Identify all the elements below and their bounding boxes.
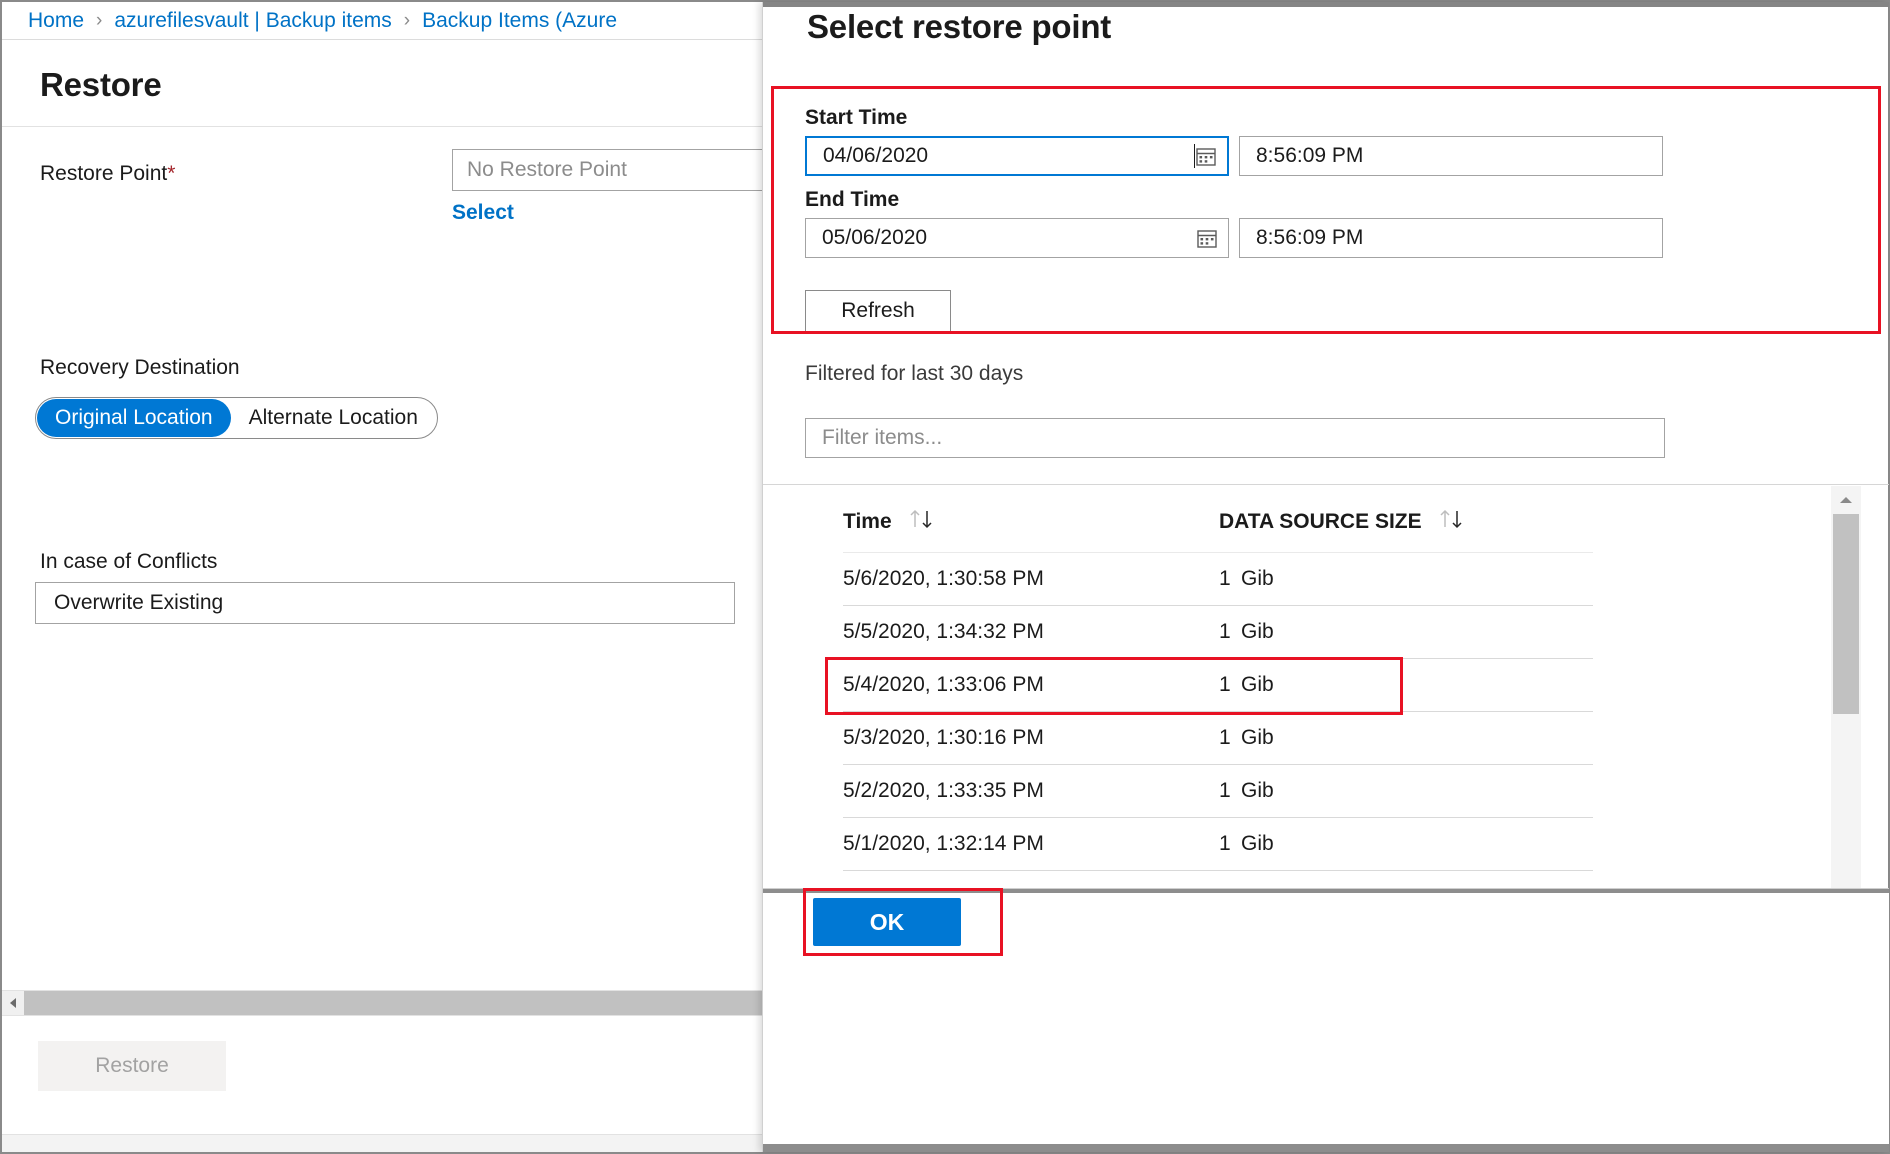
end-time-input[interactable]: 8:56:09 PM [1239,218,1663,258]
filter-items-input[interactable] [805,418,1665,458]
breadcrumb-item-backup-items[interactable]: Backup Items (Azure [422,9,617,33]
restore-blade: Home › azurefilesvault | Backup items › … [2,2,762,1152]
calendar-icon[interactable] [1196,227,1218,249]
cell-time: 5/6/2020, 1:30:58 PM [843,553,1219,606]
panel-bottom-bar [763,1144,1889,1152]
size-value: 1 [1219,779,1241,803]
end-time-label: End Time [805,188,899,212]
breadcrumb-item-home[interactable]: Home [28,9,84,33]
cell-time: 5/1/2020, 1:32:14 PM [843,818,1219,871]
recovery-destination-toggle[interactable]: Original Location Alternate Location [35,397,438,439]
table-header-row: Time DATA SOURCE SIZ [843,496,1593,553]
ok-button[interactable]: OK [813,898,961,946]
scroll-up-arrow-icon[interactable] [1831,486,1861,514]
blade-footer: Restore [2,1016,762,1152]
list-top-divider [763,484,1889,485]
page-title: Restore [2,40,762,127]
column-header-time[interactable]: Time [843,496,1219,553]
end-date-input[interactable]: 05/06/2020 [805,218,1229,258]
restore-point-placeholder-text: No Restore Point [467,158,627,182]
sort-arrows-icon[interactable] [907,508,941,536]
conflicts-label: In case of Conflicts [40,549,217,574]
calendar-icon[interactable] [1195,145,1217,167]
start-time-label: Start Time [805,106,907,130]
table-row[interactable]: 5/2/2020, 1:33:35 PM1Gib [843,765,1593,818]
restore-point-input[interactable]: No Restore Point [452,149,762,191]
table-row[interactable]: 5/4/2020, 1:33:06 PM1Gib [843,659,1593,712]
start-time-value: 8:56:09 PM [1256,144,1363,168]
cell-time: 5/3/2020, 1:30:16 PM [843,712,1219,765]
filtered-note: Filtered for last 30 days [805,362,1023,386]
end-date-value: 05/06/2020 [822,226,1196,250]
end-time-value: 8:56:09 PM [1256,226,1363,250]
cell-data-source-size: 1Gib [1219,606,1593,659]
column-header-time-label: Time [843,510,892,533]
size-unit: Gib [1241,620,1274,643]
table-row[interactable]: 5/1/2020, 1:32:14 PM1Gib [843,818,1593,871]
recovery-destination-label: Recovery Destination [40,355,240,380]
restore-points-table: Time DATA SOURCE SIZ [843,496,1593,871]
cell-time: 5/5/2020, 1:34:32 PM [843,606,1219,659]
select-restore-point-link[interactable]: Select [452,201,514,225]
size-unit: Gib [1241,726,1274,749]
footer-divider [763,889,1889,893]
size-value: 1 [1219,567,1241,591]
cell-data-source-size: 1Gib [1219,659,1593,712]
horizontal-scrollbar[interactable] [2,990,762,1016]
restore-point-label: Restore Point [40,162,167,185]
breadcrumb-item-vault[interactable]: azurefilesvault | Backup items [114,9,391,33]
cell-data-source-size: 1Gib [1219,765,1593,818]
required-indicator: * [167,162,175,185]
size-value: 1 [1219,620,1241,644]
cell-data-source-size: 1Gib [1219,553,1593,606]
size-value: 1 [1219,726,1241,750]
select-restore-point-panel: Select restore point Start Time 04/06/20… [762,2,1888,1152]
size-unit: Gib [1241,832,1274,855]
scroll-left-arrow-icon[interactable] [2,991,24,1015]
restore-points-list: Time DATA SOURCE SIZ [763,484,1889,888]
breadcrumb-separator-icon: › [404,10,410,32]
breadcrumb: Home › azurefilesvault | Backup items › … [2,2,762,40]
azure-portal-screen: Home › azurefilesvault | Backup items › … [0,0,1890,1154]
column-header-size-label: DATA SOURCE SIZE [1219,510,1422,533]
cell-data-source-size: 1Gib [1219,818,1593,871]
toggle-option-alternate-location[interactable]: Alternate Location [231,399,436,437]
column-header-data-source-size[interactable]: DATA SOURCE SIZE [1219,496,1593,553]
panel-title: Select restore point [807,8,1111,46]
restore-form: Restore Point* No Restore Point Select R… [2,127,762,163]
conflicts-selected-value: Overwrite Existing [54,591,223,615]
size-unit: Gib [1241,567,1274,590]
vertical-scrollbar-thumb[interactable] [1833,514,1859,714]
refresh-button[interactable]: Refresh [805,290,951,332]
start-date-value: 04/06/2020 [823,144,1193,168]
table-row[interactable]: 5/5/2020, 1:34:32 PM1Gib [843,606,1593,659]
table-row[interactable]: 5/3/2020, 1:30:16 PM1Gib [843,712,1593,765]
size-unit: Gib [1241,779,1274,802]
footer-strip [2,1134,762,1152]
list-vertical-scrollbar[interactable] [1831,486,1861,890]
cell-time: 5/2/2020, 1:33:35 PM [843,765,1219,818]
cell-time: 5/4/2020, 1:33:06 PM [843,659,1219,712]
panel-top-bar [763,2,1889,7]
restore-button[interactable]: Restore [38,1041,226,1091]
size-value: 1 [1219,673,1241,697]
restore-point-row: Restore Point* No Restore Point Select [40,161,730,186]
toggle-option-original-location[interactable]: Original Location [37,399,231,437]
start-time-input[interactable]: 8:56:09 PM [1239,136,1663,176]
breadcrumb-separator-icon: › [96,10,102,32]
sort-arrows-icon[interactable] [1437,508,1471,536]
size-value: 1 [1219,832,1241,856]
size-unit: Gib [1241,673,1274,696]
table-row[interactable]: 5/6/2020, 1:30:58 PM1Gib [843,553,1593,606]
horizontal-scrollbar-thumb[interactable] [24,991,762,1015]
cell-data-source-size: 1Gib [1219,712,1593,765]
start-date-input[interactable]: 04/06/2020 [805,136,1229,176]
conflicts-dropdown[interactable]: Overwrite Existing [35,582,735,624]
